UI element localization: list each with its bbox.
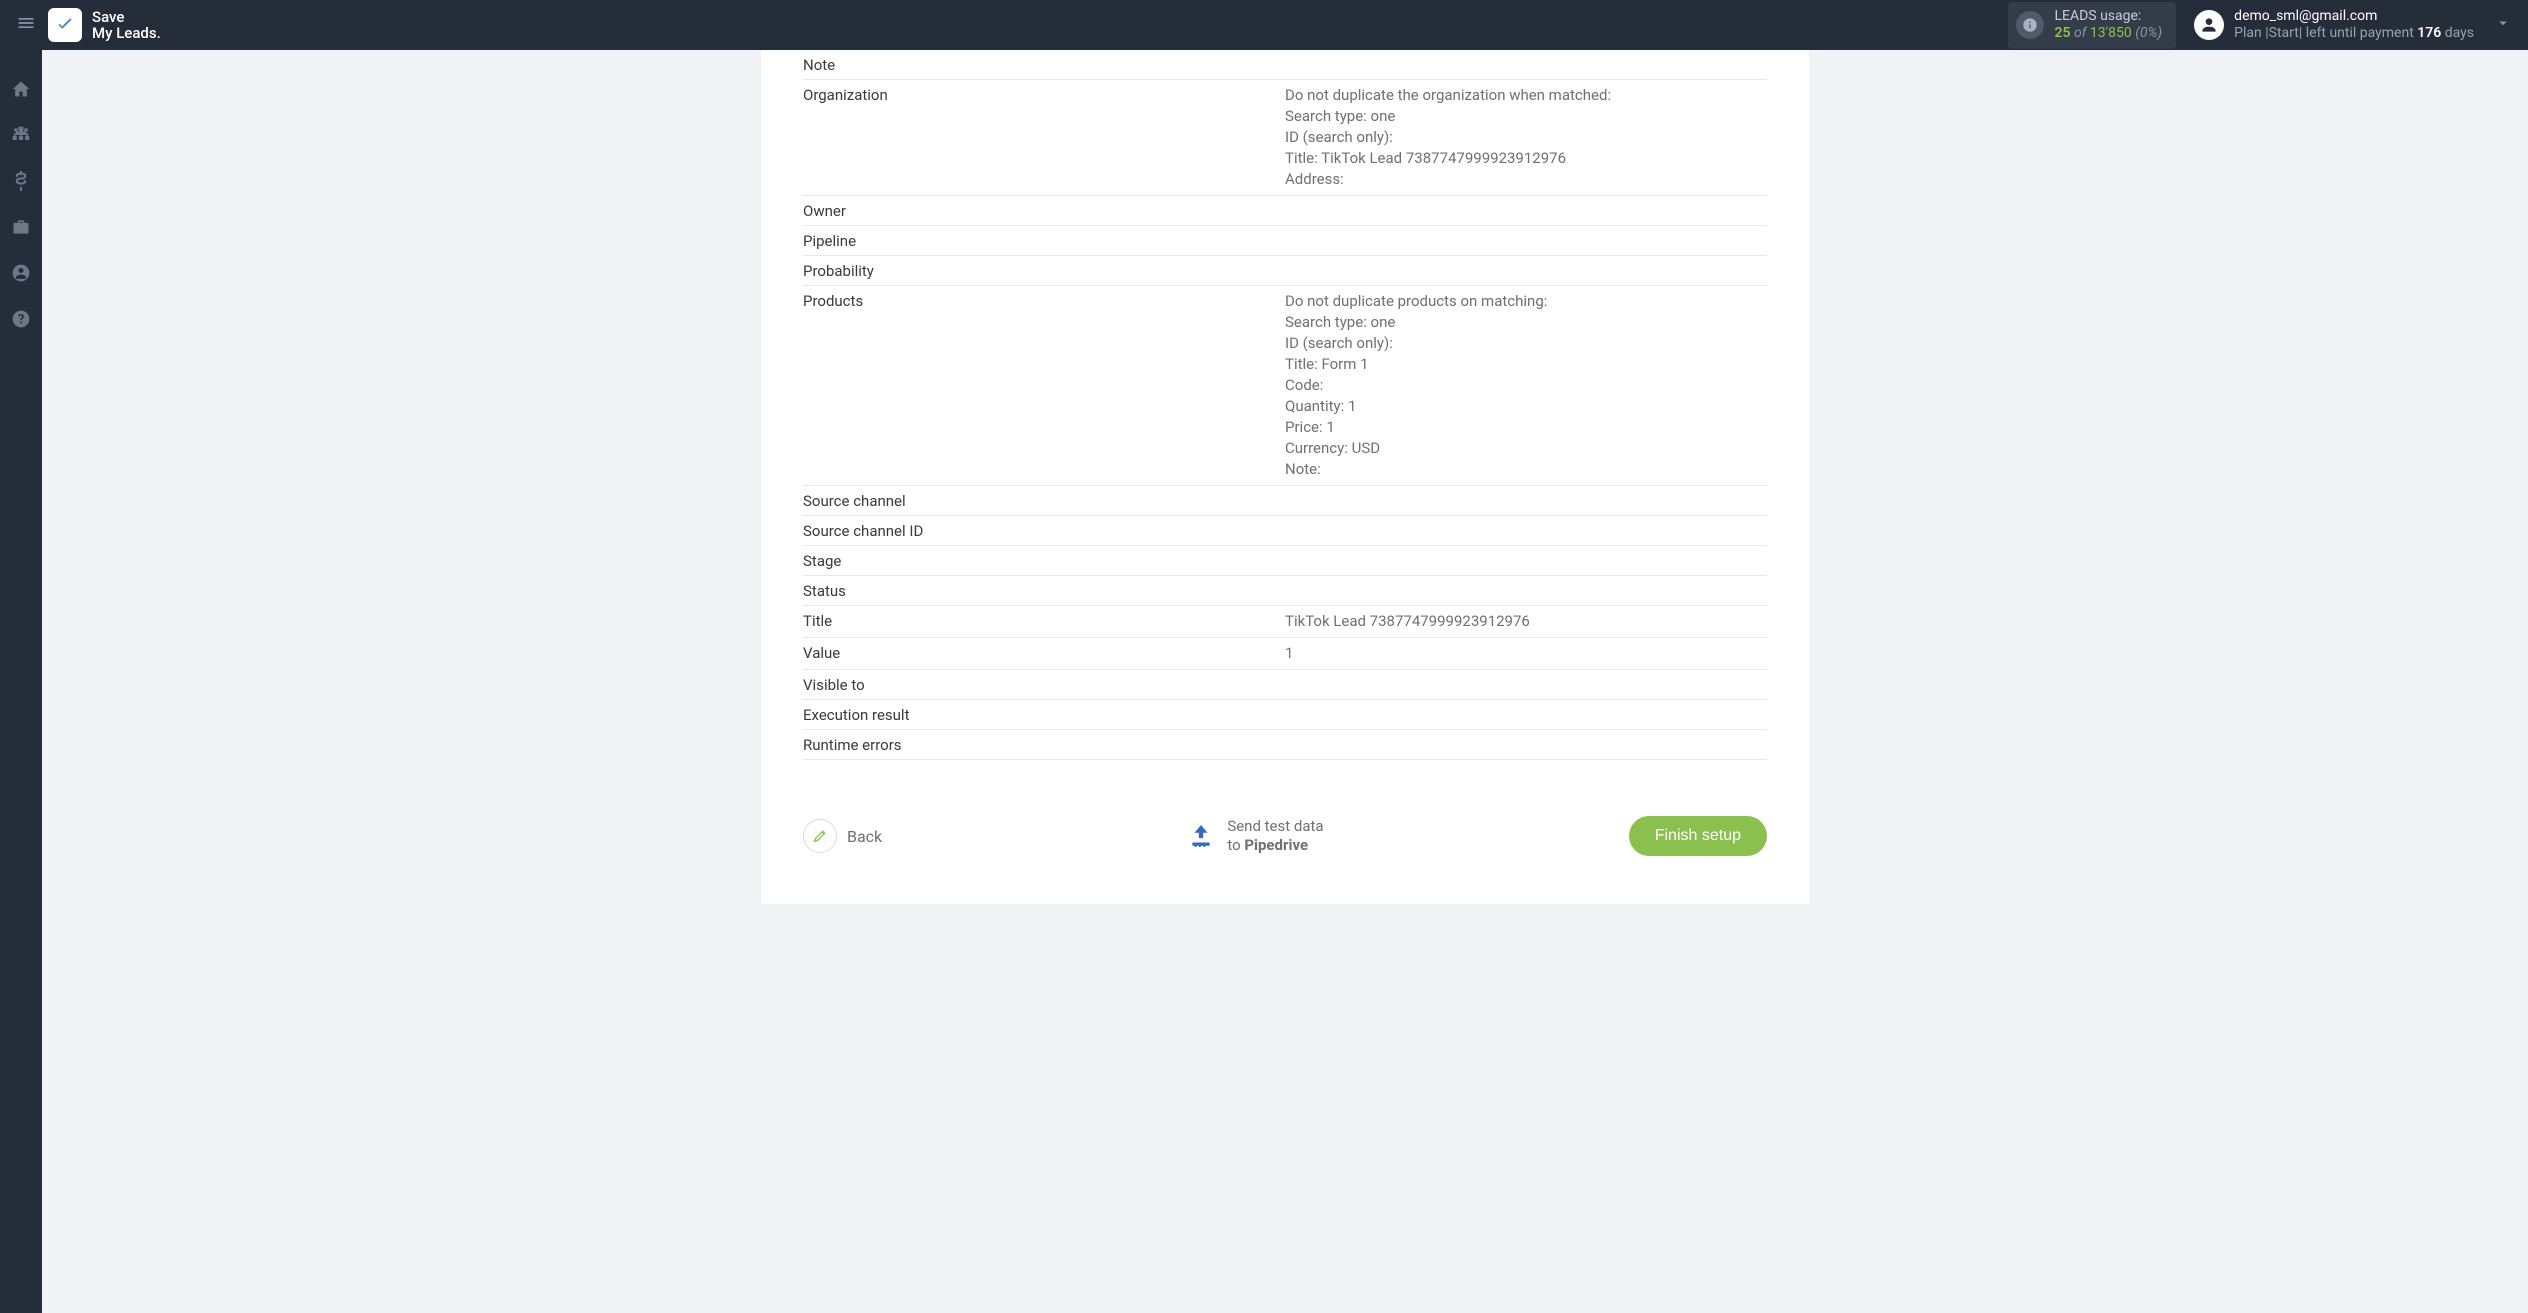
- usage-widget[interactable]: LEADS usage: 25 of 13'850 (0%): [2008, 2, 2176, 49]
- row-note: Note: [803, 50, 1767, 80]
- prod-line: Quantity: 1: [1285, 396, 1547, 417]
- org-line: Title: TikTok Lead 7387747999923912976: [1285, 148, 1611, 169]
- sidebar-account-icon[interactable]: [10, 262, 32, 284]
- plan-prefix: Plan |Start| left until payment: [2234, 25, 2417, 41]
- label-source-channel: Source channel: [803, 491, 1285, 510]
- sidebar-billing-icon[interactable]: [10, 170, 32, 192]
- row-owner: Owner: [803, 196, 1767, 226]
- sidebar-briefcase-icon[interactable]: [10, 216, 32, 238]
- send-test-button[interactable]: Send test data to Pipedrive: [1187, 817, 1323, 855]
- upload-icon: [1187, 823, 1215, 849]
- label-note: Note: [803, 55, 1285, 74]
- app-name: Save My Leads.: [92, 9, 161, 42]
- value-value: 1: [1285, 643, 1293, 664]
- value-organization: Do not duplicate the organization when m…: [1285, 85, 1611, 190]
- row-visible-to: Visible to: [803, 670, 1767, 700]
- value-products: Do not duplicate products on matching: S…: [1285, 291, 1547, 480]
- prod-line: Currency: USD: [1285, 438, 1547, 459]
- pencil-icon: [803, 819, 837, 853]
- send-line1: Send test data: [1227, 817, 1323, 836]
- label-value: Value: [803, 643, 1285, 662]
- app-header: Save My Leads. LEADS usage: 25 of 13'850…: [0, 0, 2528, 50]
- plan-days: 176: [2417, 25, 2441, 41]
- sidebar-home-icon[interactable]: [10, 78, 32, 100]
- main-content: Note Organization Do not duplicate the o…: [42, 50, 2528, 1313]
- usage-percent: (0%): [2135, 25, 2162, 41]
- org-line: Do not duplicate the organization when m…: [1285, 85, 1611, 106]
- user-email: demo_sml@gmail.com: [2234, 8, 2474, 26]
- row-source-channel: Source channel: [803, 486, 1767, 516]
- sidebar-connections-icon[interactable]: [10, 124, 32, 146]
- row-pipeline: Pipeline: [803, 226, 1767, 256]
- send-line2-prefix: to: [1227, 836, 1244, 854]
- action-bar: Back Send test data to Pipedrive Finish …: [803, 816, 1767, 856]
- user-menu[interactable]: demo_sml@gmail.com Plan |Start| left unt…: [2194, 8, 2474, 43]
- row-title: Title TikTok Lead 7387747999923912976: [803, 606, 1767, 638]
- org-line: Address:: [1285, 169, 1611, 190]
- prod-line: Search type: one: [1285, 312, 1547, 333]
- label-runtime-errors: Runtime errors: [803, 735, 1285, 754]
- usage-total: 13'850: [2090, 25, 2132, 41]
- prod-line: Title: Form 1: [1285, 354, 1547, 375]
- logo-line2: My Leads.: [92, 25, 161, 42]
- hamburger-menu-icon[interactable]: [16, 13, 36, 37]
- label-stage: Stage: [803, 551, 1285, 570]
- label-title: Title: [803, 611, 1285, 630]
- send-text: Send test data to Pipedrive: [1227, 817, 1323, 855]
- avatar-icon: [2194, 10, 2224, 40]
- info-icon: [2016, 11, 2044, 39]
- usage-label: LEADS usage:: [2054, 8, 2162, 26]
- row-organization: Organization Do not duplicate the organi…: [803, 80, 1767, 196]
- row-stage: Stage: [803, 546, 1767, 576]
- row-products: Products Do not duplicate products on ma…: [803, 286, 1767, 486]
- prod-line: ID (search only):: [1285, 333, 1547, 354]
- usage-text: LEADS usage: 25 of 13'850 (0%): [2054, 8, 2162, 43]
- usage-of: of: [2074, 25, 2086, 41]
- send-line2-bold: Pipedrive: [1244, 836, 1308, 854]
- prod-line: Do not duplicate products on matching:: [1285, 291, 1547, 312]
- label-probability: Probability: [803, 261, 1285, 280]
- label-products: Products: [803, 291, 1285, 310]
- usage-current: 25: [2054, 25, 2070, 41]
- prod-line: Note:: [1285, 459, 1547, 480]
- chevron-down-icon[interactable]: [2494, 14, 2512, 36]
- row-execution-result: Execution result: [803, 700, 1767, 730]
- prod-line: Price: 1: [1285, 417, 1547, 438]
- logo-line1: Save: [92, 9, 161, 26]
- row-probability: Probability: [803, 256, 1767, 286]
- label-pipeline: Pipeline: [803, 231, 1285, 250]
- sidebar-help-icon[interactable]: [10, 308, 32, 330]
- back-button[interactable]: Back: [803, 819, 882, 853]
- org-line: ID (search only):: [1285, 127, 1611, 148]
- finish-setup-button[interactable]: Finish setup: [1629, 816, 1767, 856]
- sidebar: [0, 50, 42, 1313]
- user-plan: Plan |Start| left until payment 176 days: [2234, 25, 2474, 43]
- setup-card: Note Organization Do not duplicate the o…: [761, 50, 1809, 904]
- back-label: Back: [847, 827, 882, 846]
- plan-suffix: days: [2441, 25, 2474, 41]
- row-value-field: Value 1: [803, 638, 1767, 670]
- prod-line: Code:: [1285, 375, 1547, 396]
- row-runtime-errors: Runtime errors: [803, 730, 1767, 760]
- send-line2: to Pipedrive: [1227, 836, 1323, 855]
- label-execution-result: Execution result: [803, 705, 1285, 724]
- row-source-channel-id: Source channel ID: [803, 516, 1767, 546]
- label-owner: Owner: [803, 201, 1285, 220]
- org-line: Search type: one: [1285, 106, 1611, 127]
- value-title: TikTok Lead 7387747999923912976: [1285, 611, 1530, 632]
- label-visible-to: Visible to: [803, 675, 1285, 694]
- label-source-channel-id: Source channel ID: [803, 521, 1285, 540]
- app-logo[interactable]: [48, 8, 82, 42]
- usage-values: 25 of 13'850 (0%): [2054, 25, 2162, 43]
- label-organization: Organization: [803, 85, 1285, 104]
- user-info: demo_sml@gmail.com Plan |Start| left unt…: [2234, 8, 2474, 43]
- row-status: Status: [803, 576, 1767, 606]
- label-status: Status: [803, 581, 1285, 600]
